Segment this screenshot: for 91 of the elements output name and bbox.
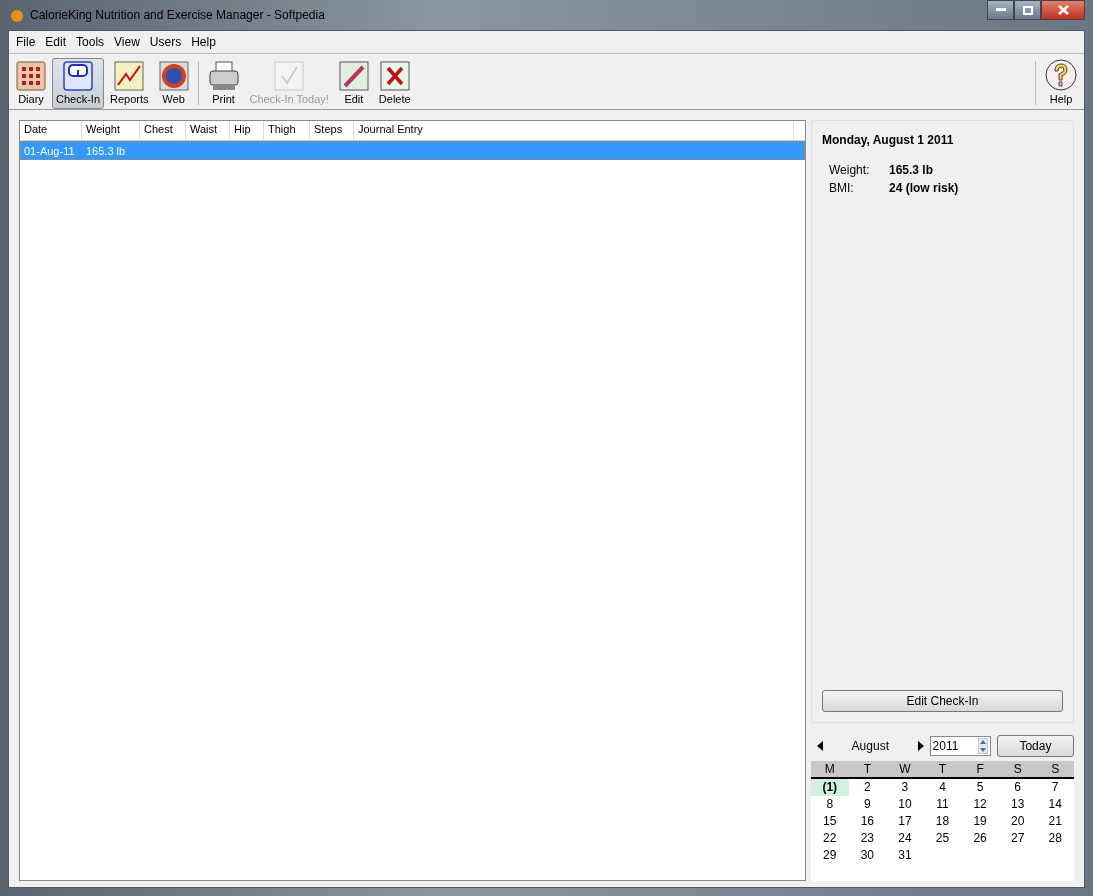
field-label: Weight: [829,163,871,177]
calendar-day[interactable]: 31 [886,847,924,864]
menu-item[interactable]: Tools [71,35,110,49]
column-header[interactable]: Journal Entry [354,121,794,140]
calendar-day[interactable]: 5 [961,779,999,796]
toolbar-button[interactable]: Check-In [52,58,105,109]
column-header[interactable]: Waist [186,121,230,140]
help-button[interactable]: Help [1041,56,1081,109]
field-value: 165.3 lb [889,163,935,177]
next-arrow-icon[interactable] [917,741,924,751]
menu-item[interactable]: Edit [40,35,72,49]
calendar-day[interactable]: 27 [998,830,1037,847]
column-header[interactable]: Thigh [264,121,310,140]
menu-item[interactable]: Users [144,35,187,49]
calendar-day[interactable]: 22 [811,830,849,847]
calendar-day[interactable]: 6 [998,779,1037,796]
details-heading: Monday, August 1 2011 [822,133,955,147]
app-fruit-icon [10,8,24,22]
calendar-day[interactable]: 8 [811,796,849,813]
toolbar-button[interactable]: Diary [12,58,50,109]
weekday-label: S [1050,761,1061,777]
minimize-button[interactable] [987,0,1014,20]
edit-check-in-button[interactable]: Edit Check-In [822,690,1063,712]
minimize-icon [995,8,1006,12]
column-header[interactable]: Weight [82,121,140,140]
calendar-day[interactable]: 21 [1036,813,1074,830]
calendar-day[interactable]: 9 [848,796,887,813]
calendar-day[interactable]: 7 [1036,779,1074,796]
window-title: CalorieKing Nutrition and Exercise Manager - Softpedia [30,8,325,22]
calendar-day[interactable]: 20 [998,813,1037,830]
weekday-label: F [975,761,985,777]
menu-item[interactable]: View [109,35,145,49]
calendar-day[interactable]: 24 [886,830,924,847]
toolbar-button[interactable]: Reports [106,58,153,109]
calendar-icon [16,61,46,91]
calendar-day[interactable]: 29 [811,847,849,864]
close-icon [1057,5,1069,15]
calendar-day[interactable]: 23 [848,830,887,847]
menu-item[interactable]: Help [186,35,221,49]
calendar-day[interactable]: (1) [811,779,849,796]
weekday-label: W [898,761,912,777]
scale-icon [63,61,93,91]
toolbar-button[interactable]: Edit [334,58,373,109]
year-spinner[interactable]: 2011 [929,736,991,756]
pen-icon [338,61,369,91]
line-chart-icon [114,61,145,91]
column-header[interactable]: Hip [230,121,264,140]
calendar-day[interactable]: 12 [961,796,999,813]
calendar-day[interactable]: 18 [923,813,962,830]
close-button[interactable] [1041,0,1085,20]
maximize-button[interactable] [1014,0,1041,20]
weekday-label: T [937,761,948,777]
calendar-day[interactable]: 16 [848,813,887,830]
calendar-day[interactable]: 2 [848,779,887,796]
menu-item[interactable]: File [11,35,41,49]
calendar-day[interactable]: 26 [961,830,999,847]
globe-icon [158,61,189,91]
column-header[interactable]: Chest [140,121,186,140]
maximize-icon [1022,5,1033,15]
calendar-day[interactable]: 14 [1036,796,1074,813]
column-header[interactable]: Date [20,121,82,140]
calendar-day[interactable]: 4 [923,779,962,796]
calendar-day[interactable]: 10 [886,796,924,813]
cross-icon [379,61,410,91]
calendar-day[interactable]: 11 [923,796,962,813]
weekday-label: M [823,761,836,777]
today-button[interactable]: Today [996,735,1074,757]
weekday-label: S [1012,761,1023,777]
toolbar-button[interactable]: Print [203,58,244,109]
field-label: BMI: [829,181,855,195]
calendar-day[interactable]: 3 [886,779,924,796]
calendar-day[interactable]: 19 [961,813,999,830]
toolbar-button[interactable]: Delete [374,58,415,109]
calendar-day[interactable]: 25 [923,830,962,847]
weekday-label: T [862,761,872,777]
checkmark-icon [274,61,305,91]
previous-arrow-icon[interactable] [817,741,823,751]
calendar-day[interactable]: 17 [886,813,924,830]
table-cell-text: 165.3 lb [85,144,127,157]
printer-icon [207,61,240,91]
calendar-day[interactable]: 30 [848,847,887,864]
calendar-day[interactable]: 13 [998,796,1037,813]
calendar-day[interactable]: 28 [1036,830,1074,847]
column-header[interactable]: Steps [310,121,354,140]
calendar-day[interactable]: 15 [811,813,849,830]
month-label: August [850,739,890,753]
spin-arrows-icon [977,738,988,754]
question-mark-icon [1045,59,1077,91]
toolbar-button[interactable]: Web [154,58,193,109]
table-cell-text: 01-Aug-11 [23,144,76,157]
field-value: 24 (low risk) [889,181,960,195]
